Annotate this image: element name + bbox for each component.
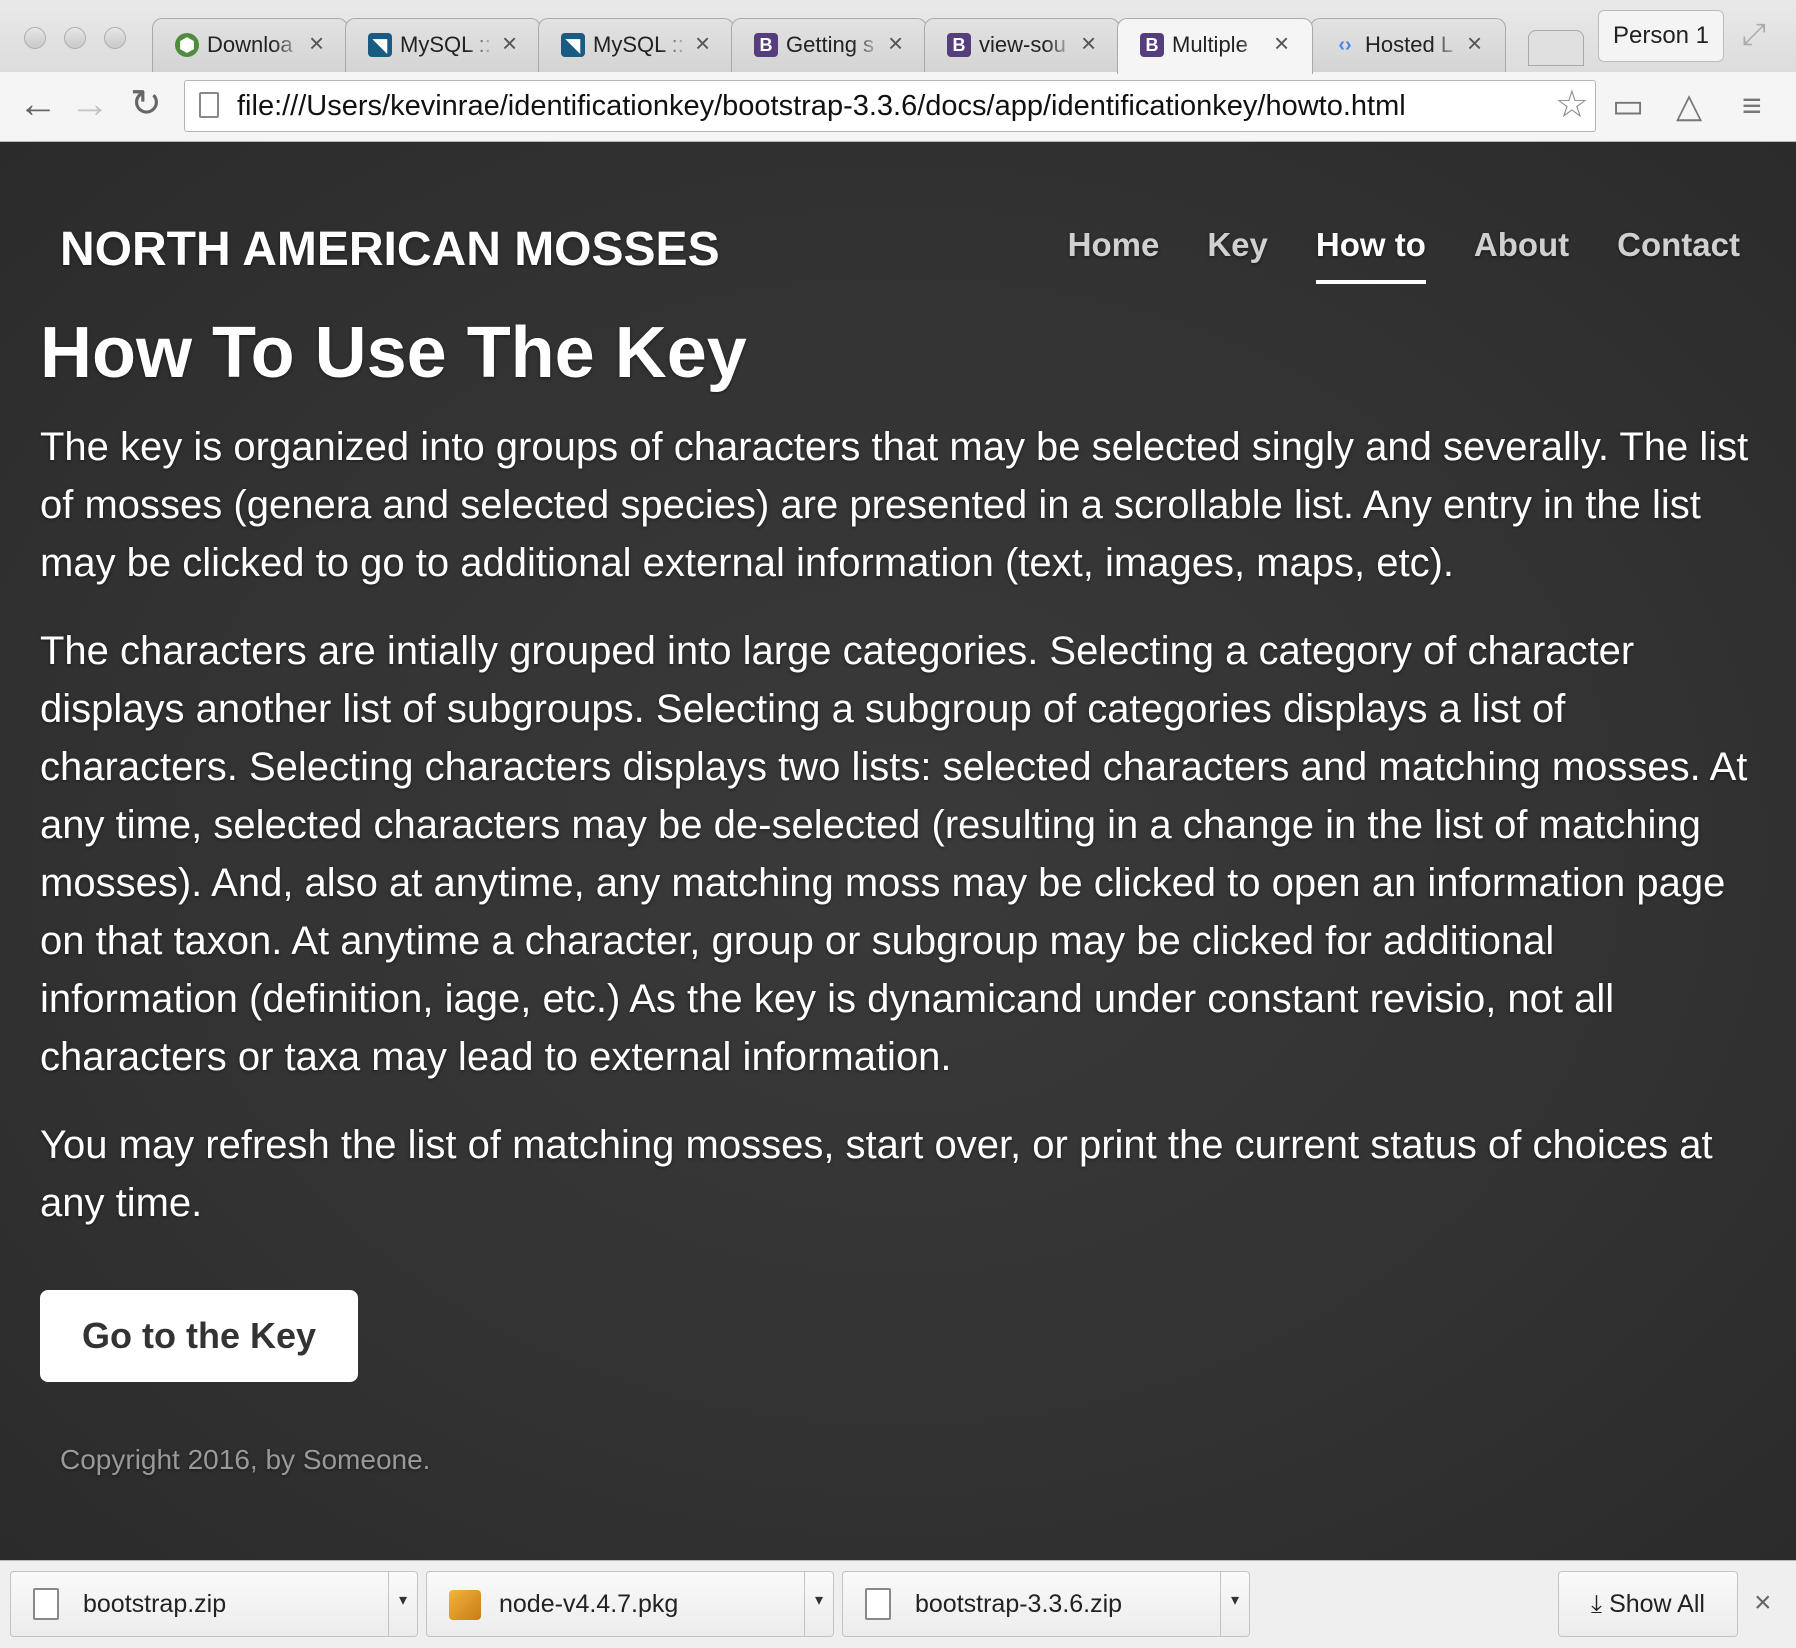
browser-tab[interactable]: ‹› Hosted L ×: [1310, 18, 1506, 72]
mysql-dolphin-icon: ◥: [561, 33, 585, 57]
web-page: NORTH AMERICAN MOSSES Home Key How to Ab…: [0, 142, 1796, 1560]
nav-how-to[interactable]: How to: [1315, 226, 1426, 284]
tab-title: MySQL ::: [593, 32, 684, 57]
tab-title: Hosted L: [1365, 32, 1454, 57]
tab-title: Downloa: [207, 32, 293, 57]
intro-paragraph: The key is organized into groups of char…: [40, 425, 1749, 585]
mysql-dolphin-icon: ◥: [368, 33, 392, 57]
google-brackets-icon: ‹›: [1338, 34, 1352, 56]
minimize-window-button[interactable]: [64, 27, 86, 49]
cast-icon[interactable]: ▭: [1612, 86, 1644, 126]
dropdown-arrow-icon[interactable]: ▾: [804, 1572, 833, 1636]
browser-tab[interactable]: B view-sou ×: [924, 18, 1120, 72]
address-bar[interactable]: file:///Users/kevinrae/identificationkey…: [184, 80, 1596, 132]
nav-contact[interactable]: Contact: [1617, 226, 1740, 284]
tab-close-icon[interactable]: ×: [1467, 28, 1482, 58]
google-drive-icon[interactable]: △: [1676, 86, 1702, 126]
browser-toolbar: ← → ↻ file:///Users/kevinrae/identificat…: [0, 72, 1796, 142]
zip-file-icon: [865, 1588, 891, 1620]
dropdown-arrow-icon[interactable]: ▾: [388, 1572, 417, 1636]
bookmark-star-icon[interactable]: ☆: [1555, 85, 1589, 125]
nav-key[interactable]: Key: [1207, 226, 1268, 284]
browser-tab[interactable]: B Getting s ×: [731, 18, 927, 72]
page-content: The key is organized into groups of char…: [40, 418, 1760, 1262]
refresh-paragraph: You may refresh the list of matching mos…: [40, 1123, 1713, 1225]
tab-close-icon[interactable]: ×: [888, 28, 903, 58]
page-title: How To Use The Key: [40, 313, 747, 393]
download-item[interactable]: bootstrap-3.3.6.zip ▾: [842, 1571, 1250, 1637]
tab-title: MySQL ::: [400, 32, 491, 57]
nav-home[interactable]: Home: [1068, 226, 1160, 284]
show-all-button[interactable]: ⤓ Show All: [1558, 1571, 1738, 1637]
tab-close-icon[interactable]: ×: [1274, 28, 1289, 58]
browser-tab[interactable]: ◥ MySQL :: ×: [538, 18, 734, 72]
tab-close-icon[interactable]: ×: [309, 28, 324, 58]
download-name: node-v4.4.7.pkg: [499, 1590, 679, 1618]
tab-close-icon[interactable]: ×: [1081, 28, 1096, 58]
nav-about[interactable]: About: [1474, 226, 1569, 284]
browser-tab[interactable]: ◥ MySQL :: ×: [345, 18, 541, 72]
go-to-key-button[interactable]: Go to the Key: [40, 1290, 358, 1382]
tab-close-icon[interactable]: ×: [502, 28, 517, 58]
close-window-button[interactable]: [24, 27, 46, 49]
back-arrow-icon[interactable]: ←: [18, 84, 58, 124]
download-name: bootstrap.zip: [83, 1590, 227, 1618]
copyright-text: Copyright 2016, by Someone.: [60, 1444, 431, 1475]
site-brand[interactable]: NORTH AMERICAN MOSSES: [60, 222, 720, 277]
browser-tab[interactable]: ⬢ Downloa ×: [152, 18, 348, 72]
bootstrap-b-icon: B: [947, 33, 971, 57]
profile-button[interactable]: Person 1: [1598, 10, 1724, 62]
tab-close-icon[interactable]: ×: [695, 28, 710, 58]
package-icon: [449, 1590, 481, 1620]
reload-icon[interactable]: ↻: [130, 84, 162, 124]
download-arrow-icon: ⤓: [1591, 1590, 1603, 1618]
bootstrap-b-icon: B: [754, 33, 778, 57]
menu-hamburger-icon[interactable]: ≡: [1742, 86, 1762, 126]
download-item[interactable]: node-v4.4.7.pkg ▾: [426, 1571, 834, 1637]
show-all-label: Show All: [1609, 1590, 1705, 1618]
close-icon[interactable]: ×: [1754, 1585, 1772, 1621]
download-shelf: bootstrap.zip ▾ node-v4.4.7.pkg ▾ bootst…: [0, 1560, 1796, 1648]
download-item[interactable]: bootstrap.zip ▾: [10, 1571, 418, 1637]
site-nav: Home Key How to About Contact: [1068, 226, 1740, 284]
tab-title: Getting s: [786, 32, 875, 57]
browser-tab-active[interactable]: B Multiple ×: [1117, 18, 1313, 74]
node-hexagon-icon: ⬢: [175, 33, 199, 57]
url-text[interactable]: file:///Users/kevinrae/identificationkey…: [237, 89, 1406, 123]
download-name: bootstrap-3.3.6.zip: [915, 1590, 1123, 1618]
new-tab-button[interactable]: [1528, 30, 1584, 66]
zoom-window-button[interactable]: [104, 27, 126, 49]
tab-strip: ⬢ Downloa × ◥ MySQL :: × ◥ MySQL :: × B …: [0, 0, 1796, 74]
tab-title: view-sou: [979, 32, 1066, 57]
bootstrap-b-icon: B: [1140, 33, 1164, 57]
forward-arrow-icon[interactable]: →: [70, 84, 110, 124]
fullscreen-icon[interactable]: ⤢: [1742, 18, 1766, 52]
tab-title: Multiple: [1172, 32, 1248, 57]
instructions-paragraph: The characters are intially grouped into…: [40, 629, 1748, 1079]
page-icon: [199, 92, 219, 118]
dropdown-arrow-icon[interactable]: ▾: [1220, 1572, 1249, 1636]
zip-file-icon: [33, 1588, 59, 1620]
